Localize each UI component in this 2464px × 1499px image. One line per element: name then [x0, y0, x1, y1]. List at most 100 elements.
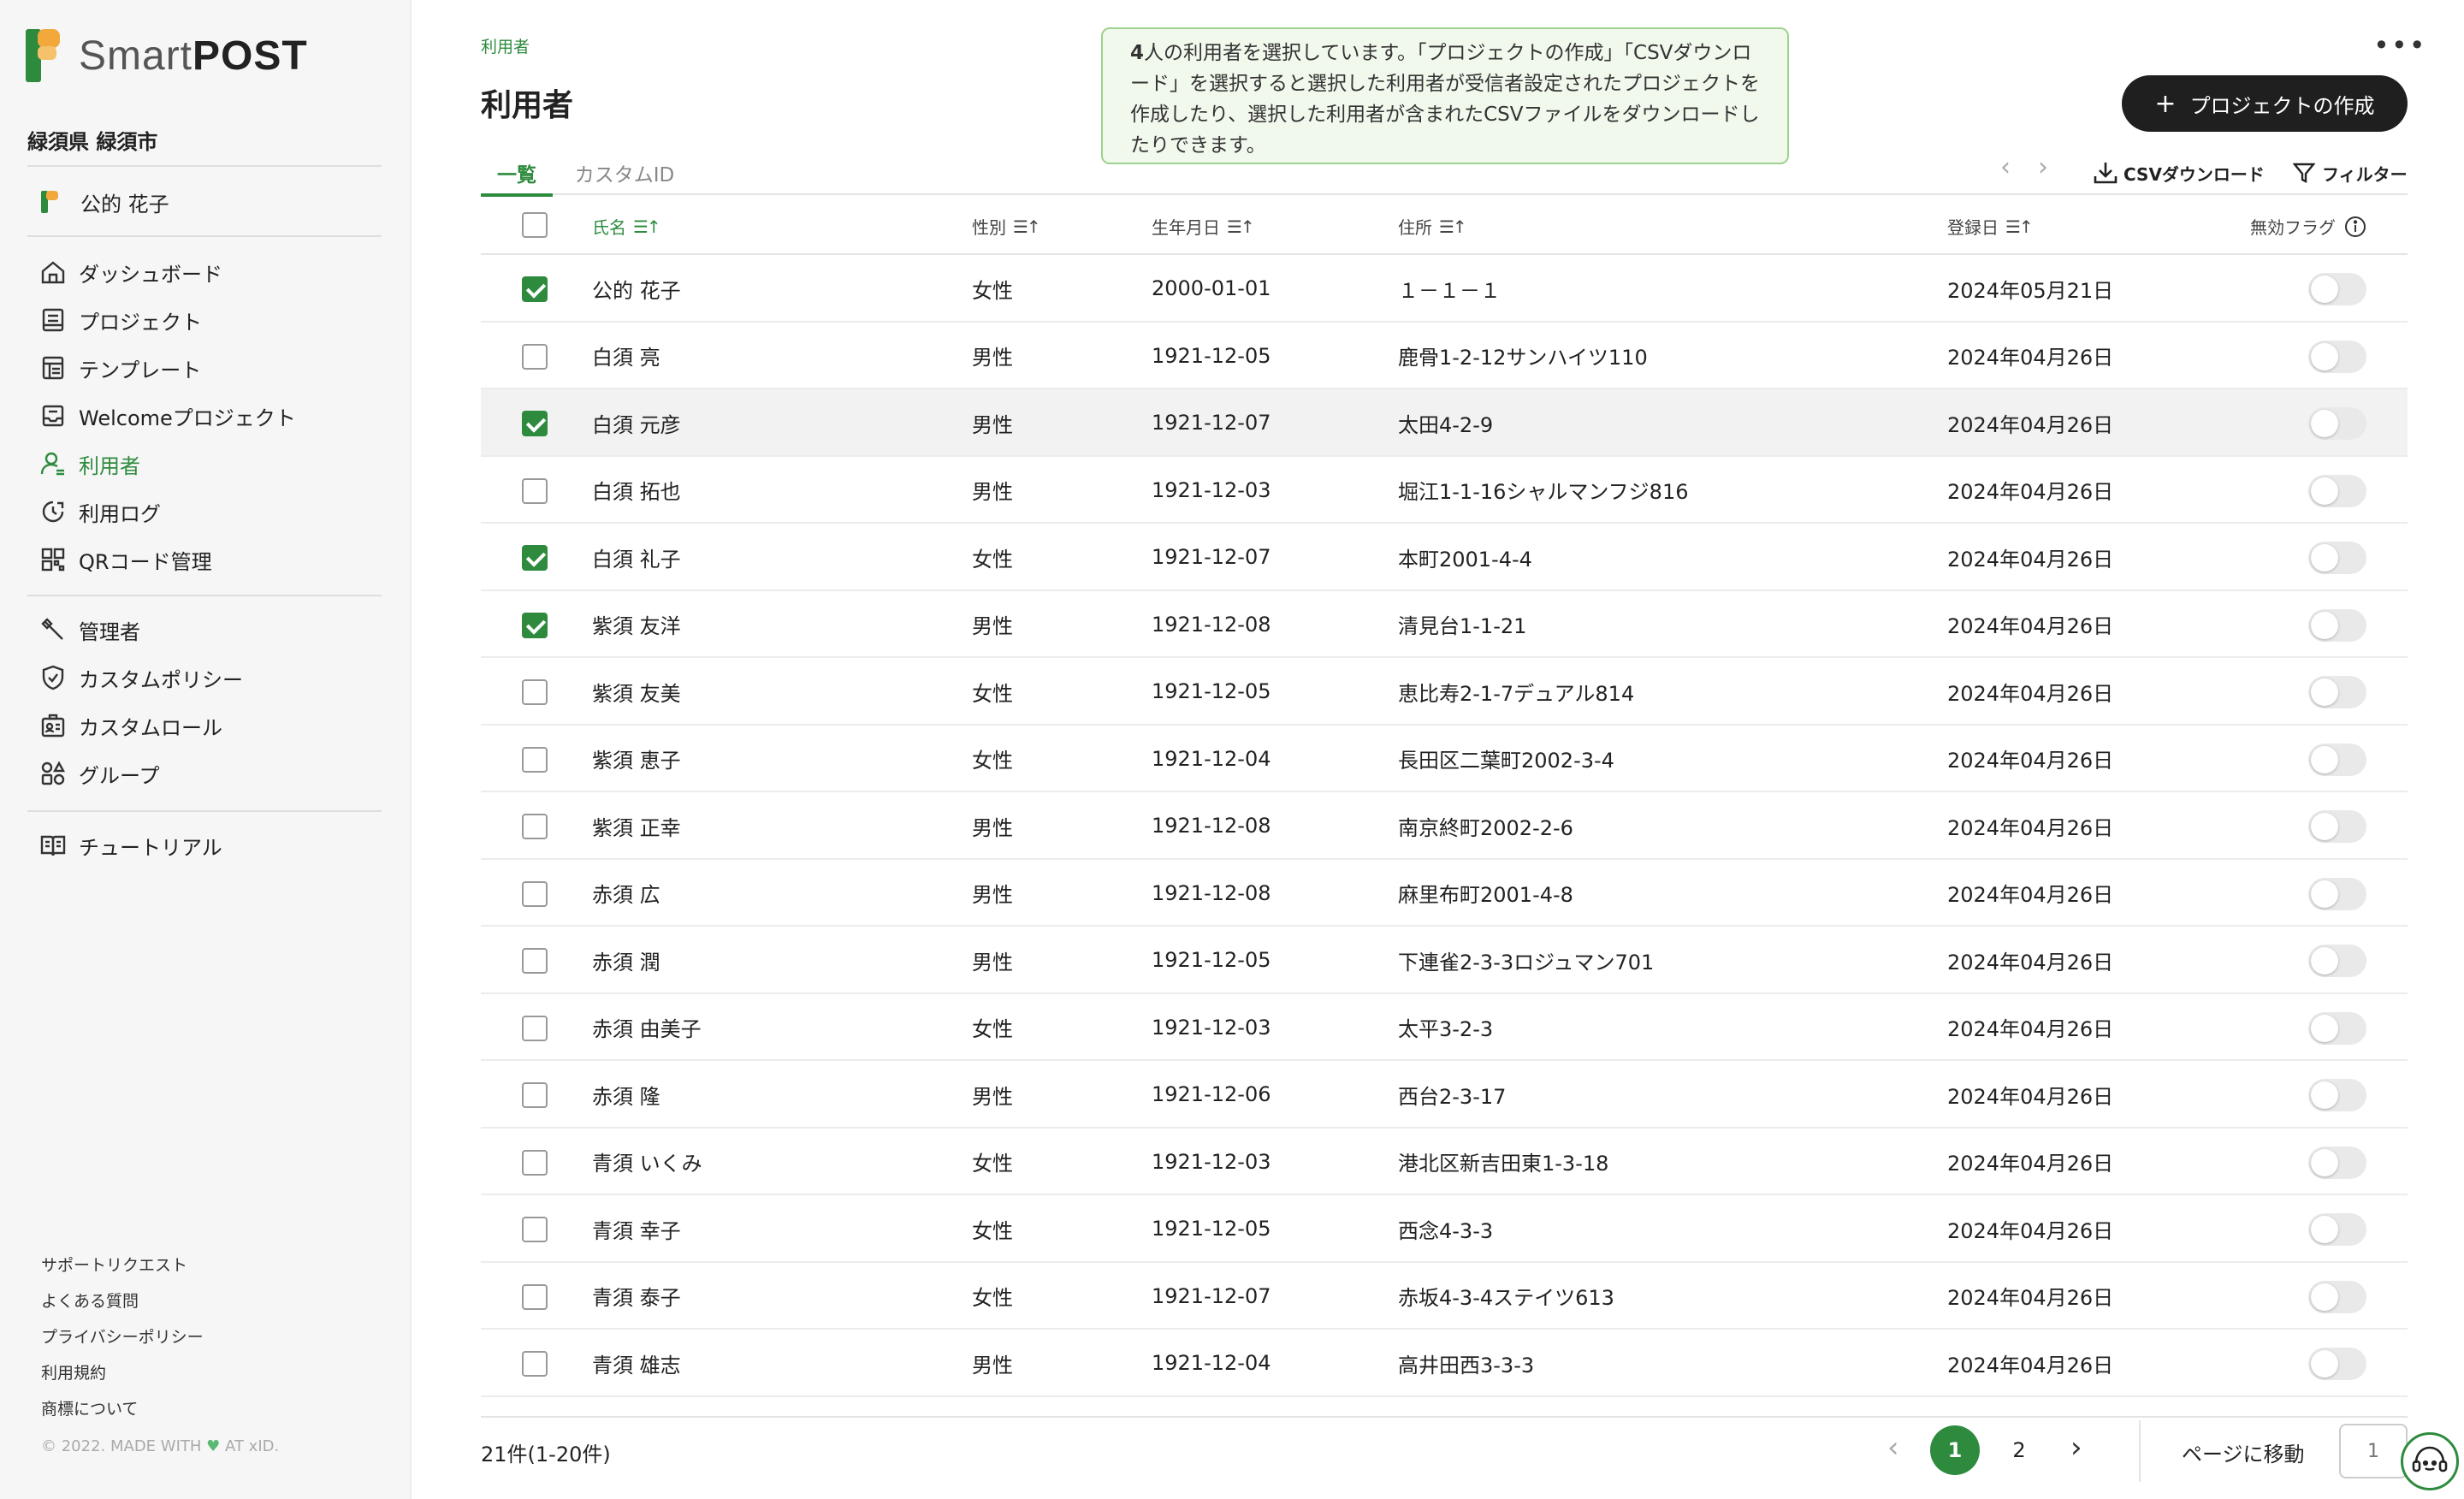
- prev-page-icon[interactable]: ‹: [1887, 1431, 1899, 1465]
- table-row[interactable]: 紫須 恵子 女性 1921-12-04 長田区二葉町2002-3-4 2024年04月2…: [481, 726, 2408, 792]
- sidebar-item-users[interactable]: 利用者: [38, 447, 140, 481]
- row-checkbox[interactable]: [522, 679, 548, 705]
- next-page-icon[interactable]: ›: [2070, 1431, 2082, 1465]
- sidebar-item-welcome-project[interactable]: Welcomeプロジェクト: [38, 399, 296, 433]
- table-row[interactable]: 赤須 広 男性 1921-12-08 麻里布町2001-4-8 2024年04月26日: [481, 860, 2408, 927]
- app-logo[interactable]: SmartPOST: [26, 26, 308, 86]
- table-row[interactable]: 公的 花子 女性 2000-01-01 １－１－１ 2024年05月21日: [481, 255, 2408, 323]
- tab-list[interactable]: 一覧: [481, 152, 553, 197]
- disabled-flag-toggle[interactable]: [2308, 1348, 2366, 1380]
- tab-custom-id[interactable]: カスタムID: [568, 152, 681, 193]
- row-checkbox[interactable]: [522, 477, 548, 504]
- gender-cell: 男性: [972, 883, 1013, 908]
- table-row[interactable]: 赤須 潤 男性 1921-12-05 下連雀2-3-3ロジュマン701 2024年04月…: [481, 927, 2408, 994]
- table-row[interactable]: 白須 亮 男性 1921-12-05 鹿骨1-2-12サンハイツ110 2024年04月…: [481, 323, 2408, 389]
- table-row[interactable]: 赤須 隆 男性 1921-12-06 西台2-3-17 2024年04月26日: [481, 1061, 2408, 1129]
- table-row[interactable]: 青須 いくみ 女性 1921-12-03 港北区新吉田東1-3-18 2024年04月2…: [481, 1129, 2408, 1195]
- disabled-flag-toggle[interactable]: [2308, 945, 2366, 977]
- more-options-icon[interactable]: •••: [2373, 29, 2427, 62]
- row-checkbox[interactable]: [522, 1082, 548, 1108]
- disabled-flag-toggle[interactable]: [2308, 743, 2366, 776]
- column-address[interactable]: 住所 ☰↑: [1398, 214, 1467, 239]
- table-row[interactable]: 青須 泰子 女性 1921-12-07 赤坂4-3-4ステイツ613 2024年04月2…: [481, 1263, 2408, 1330]
- row-checkbox[interactable]: [522, 1149, 548, 1176]
- row-checkbox[interactable]: [522, 411, 548, 436]
- disabled-flag-toggle[interactable]: [2308, 340, 2366, 373]
- current-user[interactable]: 公的 花子: [39, 187, 169, 217]
- row-checkbox[interactable]: [522, 746, 548, 773]
- table-row[interactable]: 赤須 由美子 女性 1921-12-03 太平3-2-3 2024年04月26日: [481, 994, 2408, 1061]
- table-row[interactable]: 紫須 友洋 男性 1921-12-08 清見台1-1-21 2024年04月26日: [481, 591, 2408, 658]
- csv-download-button[interactable]: CSVダウンロード: [2093, 152, 2265, 193]
- footer-link-trademark[interactable]: 商標について: [41, 1396, 138, 1419]
- disabled-flag-toggle[interactable]: [2308, 810, 2366, 843]
- breadcrumb[interactable]: 利用者: [481, 34, 530, 57]
- sidebar-item-custom-policy[interactable]: カスタムポリシー: [38, 661, 243, 695]
- row-checkbox[interactable]: [522, 1351, 548, 1377]
- footer-link-terms[interactable]: 利用規約: [41, 1360, 106, 1383]
- page-2-button[interactable]: 2: [2002, 1425, 2036, 1475]
- info-icon[interactable]: [2344, 216, 2366, 238]
- table-row[interactable]: 白須 元彦 男性 1921-12-07 太田4-2-9 2024年04月26日: [481, 389, 2408, 457]
- sidebar-item-label: テンプレート: [79, 358, 202, 382]
- disabled-flag-toggle[interactable]: [2308, 877, 2366, 910]
- table-row[interactable]: 白須 拓也 男性 1921-12-03 堀江1-1-16シャルマンフジ816 2024年…: [481, 457, 2408, 524]
- disabled-flag-toggle[interactable]: [2308, 608, 2366, 642]
- disabled-flag-toggle[interactable]: [2308, 1280, 2366, 1313]
- disabled-flag-toggle[interactable]: [2308, 273, 2366, 305]
- table-row[interactable]: 青須 雄志 男性 1921-12-04 高井田西3-3-3 2024年04月26日: [481, 1330, 2408, 1397]
- registered-date-cell: 2024年04月26日: [1947, 950, 2114, 975]
- row-checkbox[interactable]: [522, 276, 548, 302]
- page-1-button[interactable]: 1: [1930, 1425, 1980, 1475]
- column-registered[interactable]: 登録日 ☰↑: [1947, 214, 2034, 239]
- sidebar-item-dashboard[interactable]: ダッシュボード: [38, 255, 222, 289]
- sidebar-item-tutorial[interactable]: チュートリアル: [38, 828, 222, 862]
- sidebar-item-usage-log[interactable]: 利用ログ: [38, 495, 161, 529]
- sort-icon: ☰↑: [1439, 216, 1467, 237]
- footer-link-privacy[interactable]: プライバシーポリシー: [41, 1324, 204, 1348]
- disabled-flag-toggle[interactable]: [2308, 1011, 2366, 1045]
- sidebar-item-qr-code[interactable]: QRコード管理: [38, 542, 212, 577]
- disabled-flag-toggle[interactable]: [2308, 1079, 2366, 1111]
- divider: [27, 165, 382, 167]
- scroll-left-icon[interactable]: ‹: [2000, 152, 2011, 182]
- column-name[interactable]: 氏名 ☰↑: [592, 214, 661, 239]
- sidebar-item-custom-role[interactable]: カスタムロール: [38, 708, 222, 743]
- support-chat-button[interactable]: [2401, 1432, 2459, 1490]
- sidebar-item-templates[interactable]: テンプレート: [38, 351, 201, 385]
- table-row[interactable]: 青須 幸子 女性 1921-12-05 西念4-3-3 2024年04月26日: [481, 1195, 2408, 1263]
- row-checkbox[interactable]: [522, 1217, 548, 1242]
- registered-date-cell: 2024年05月21日: [1947, 278, 2114, 303]
- scroll-right-icon[interactable]: ›: [2038, 152, 2048, 182]
- disabled-flag-toggle[interactable]: [2308, 474, 2366, 507]
- row-checkbox[interactable]: [522, 545, 548, 571]
- column-birthdate[interactable]: 生年月日 ☰↑: [1152, 214, 1255, 239]
- disabled-flag-toggle[interactable]: [2308, 542, 2366, 574]
- row-checkbox[interactable]: [522, 612, 548, 638]
- gender-cell: 男性: [972, 480, 1013, 505]
- filter-button[interactable]: フィルター: [2293, 152, 2408, 193]
- table-row[interactable]: 紫須 友美 女性 1921-12-05 恵比寿2-1-7デュアル814 2024年04月…: [481, 658, 2408, 726]
- sidebar: SmartPOST 緑須県 緑須市 公的 花子 ダッシュボード プロジェクト テ…: [0, 0, 412, 1499]
- row-checkbox[interactable]: [522, 343, 548, 370]
- disabled-flag-toggle[interactable]: [2308, 676, 2366, 708]
- footer-link-faq[interactable]: よくある質問: [41, 1289, 139, 1312]
- row-checkbox[interactable]: [522, 880, 548, 907]
- disabled-flag-toggle[interactable]: [2308, 1146, 2366, 1179]
- footer-link-support[interactable]: サポートリクエスト: [41, 1253, 187, 1276]
- row-checkbox[interactable]: [522, 814, 548, 839]
- disabled-flag-toggle[interactable]: [2308, 1213, 2366, 1246]
- create-project-button[interactable]: + プロジェクトの作成: [2122, 75, 2408, 132]
- sidebar-item-projects[interactable]: プロジェクト: [38, 303, 202, 337]
- row-checkbox[interactable]: [522, 1015, 548, 1041]
- row-checkbox[interactable]: [522, 1283, 548, 1310]
- sidebar-item-admins[interactable]: 管理者: [38, 613, 140, 647]
- disabled-flag-toggle[interactable]: [2308, 407, 2366, 440]
- goto-page-input[interactable]: [2339, 1424, 2408, 1478]
- table-row[interactable]: 紫須 正幸 男性 1921-12-08 南京終町2002-2-6 2024年04月26日: [481, 792, 2408, 860]
- sidebar-item-groups[interactable]: グループ: [38, 756, 160, 791]
- column-gender[interactable]: 性別 ☰↑: [972, 214, 1041, 239]
- table-row[interactable]: 白須 礼子 女性 1921-12-07 本町2001-4-4 2024年04月26日: [481, 524, 2408, 591]
- select-all-checkbox[interactable]: [522, 212, 548, 238]
- row-checkbox[interactable]: [522, 948, 548, 974]
